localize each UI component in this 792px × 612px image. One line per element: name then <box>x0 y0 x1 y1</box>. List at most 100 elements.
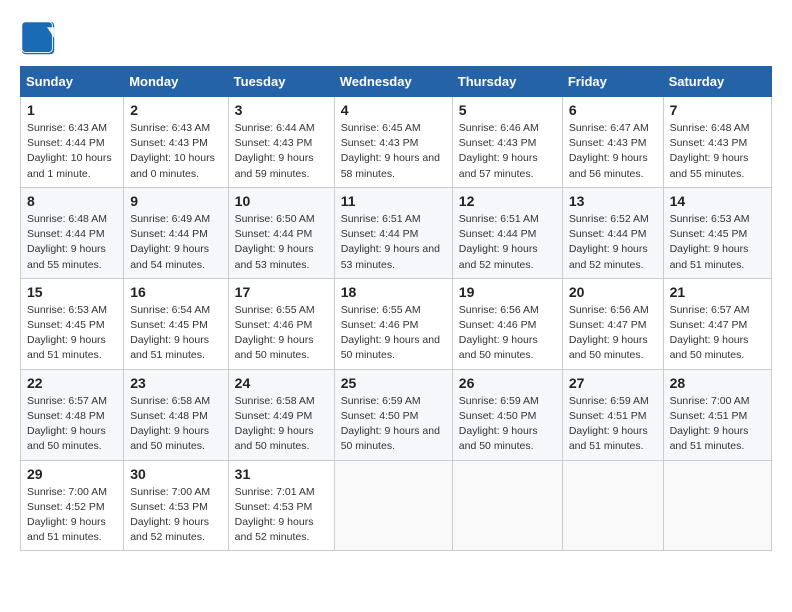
day-detail: Sunrise: 7:00 AMSunset: 4:52 PMDaylight:… <box>27 486 107 544</box>
day-number: 1 <box>27 102 117 118</box>
day-detail: Sunrise: 6:50 AMSunset: 4:44 PMDaylight:… <box>235 213 315 271</box>
header-row: SundayMondayTuesdayWednesdayThursdayFrid… <box>21 67 772 97</box>
day-number: 2 <box>130 102 221 118</box>
day-number: 14 <box>670 193 765 209</box>
day-cell: 5 Sunrise: 6:46 AMSunset: 4:43 PMDayligh… <box>452 97 562 188</box>
day-cell: 3 Sunrise: 6:44 AMSunset: 4:43 PMDayligh… <box>228 97 334 188</box>
column-header-tuesday: Tuesday <box>228 67 334 97</box>
day-number: 24 <box>235 375 328 391</box>
day-detail: Sunrise: 6:59 AMSunset: 4:51 PMDaylight:… <box>569 395 649 453</box>
day-cell: 10 Sunrise: 6:50 AMSunset: 4:44 PMDaylig… <box>228 187 334 278</box>
day-detail: Sunrise: 6:47 AMSunset: 4:43 PMDaylight:… <box>569 122 649 180</box>
column-header-saturday: Saturday <box>663 67 771 97</box>
day-number: 16 <box>130 284 221 300</box>
day-number: 18 <box>341 284 446 300</box>
day-detail: Sunrise: 6:56 AMSunset: 4:47 PMDaylight:… <box>569 304 649 362</box>
day-number: 17 <box>235 284 328 300</box>
day-detail: Sunrise: 6:52 AMSunset: 4:44 PMDaylight:… <box>569 213 649 271</box>
week-row-4: 22 Sunrise: 6:57 AMSunset: 4:48 PMDaylig… <box>21 369 772 460</box>
day-detail: Sunrise: 6:48 AMSunset: 4:43 PMDaylight:… <box>670 122 750 180</box>
day-cell: 18 Sunrise: 6:55 AMSunset: 4:46 PMDaylig… <box>334 278 452 369</box>
day-number: 20 <box>569 284 657 300</box>
day-detail: Sunrise: 6:56 AMSunset: 4:46 PMDaylight:… <box>459 304 539 362</box>
calendar-table: SundayMondayTuesdayWednesdayThursdayFrid… <box>20 66 772 551</box>
day-number: 15 <box>27 284 117 300</box>
calendar-header: SundayMondayTuesdayWednesdayThursdayFrid… <box>21 67 772 97</box>
day-cell <box>562 460 663 551</box>
day-cell: 30 Sunrise: 7:00 AMSunset: 4:53 PMDaylig… <box>124 460 228 551</box>
day-cell: 12 Sunrise: 6:51 AMSunset: 4:44 PMDaylig… <box>452 187 562 278</box>
day-detail: Sunrise: 6:53 AMSunset: 4:45 PMDaylight:… <box>27 304 107 362</box>
day-detail: Sunrise: 6:58 AMSunset: 4:49 PMDaylight:… <box>235 395 315 453</box>
day-cell: 11 Sunrise: 6:51 AMSunset: 4:44 PMDaylig… <box>334 187 452 278</box>
logo-icon <box>20 20 56 56</box>
day-cell: 2 Sunrise: 6:43 AMSunset: 4:43 PMDayligh… <box>124 97 228 188</box>
day-number: 23 <box>130 375 221 391</box>
day-cell: 17 Sunrise: 6:55 AMSunset: 4:46 PMDaylig… <box>228 278 334 369</box>
week-row-2: 8 Sunrise: 6:48 AMSunset: 4:44 PMDayligh… <box>21 187 772 278</box>
day-number: 28 <box>670 375 765 391</box>
day-cell: 28 Sunrise: 7:00 AMSunset: 4:51 PMDaylig… <box>663 369 771 460</box>
day-detail: Sunrise: 6:57 AMSunset: 4:47 PMDaylight:… <box>670 304 750 362</box>
week-row-1: 1 Sunrise: 6:43 AMSunset: 4:44 PMDayligh… <box>21 97 772 188</box>
day-cell <box>452 460 562 551</box>
day-number: 31 <box>235 466 328 482</box>
day-number: 4 <box>341 102 446 118</box>
day-detail: Sunrise: 6:49 AMSunset: 4:44 PMDaylight:… <box>130 213 210 271</box>
day-number: 19 <box>459 284 556 300</box>
day-number: 12 <box>459 193 556 209</box>
day-cell: 26 Sunrise: 6:59 AMSunset: 4:50 PMDaylig… <box>452 369 562 460</box>
day-detail: Sunrise: 6:53 AMSunset: 4:45 PMDaylight:… <box>670 213 750 271</box>
day-cell: 7 Sunrise: 6:48 AMSunset: 4:43 PMDayligh… <box>663 97 771 188</box>
day-number: 27 <box>569 375 657 391</box>
day-detail: Sunrise: 6:59 AMSunset: 4:50 PMDaylight:… <box>341 395 440 453</box>
day-cell: 13 Sunrise: 6:52 AMSunset: 4:44 PMDaylig… <box>562 187 663 278</box>
day-cell <box>334 460 452 551</box>
day-detail: Sunrise: 6:55 AMSunset: 4:46 PMDaylight:… <box>341 304 440 362</box>
day-number: 7 <box>670 102 765 118</box>
day-detail: Sunrise: 6:51 AMSunset: 4:44 PMDaylight:… <box>341 213 440 271</box>
day-cell: 19 Sunrise: 6:56 AMSunset: 4:46 PMDaylig… <box>452 278 562 369</box>
day-number: 26 <box>459 375 556 391</box>
day-cell: 16 Sunrise: 6:54 AMSunset: 4:45 PMDaylig… <box>124 278 228 369</box>
day-detail: Sunrise: 6:57 AMSunset: 4:48 PMDaylight:… <box>27 395 107 453</box>
day-cell: 21 Sunrise: 6:57 AMSunset: 4:47 PMDaylig… <box>663 278 771 369</box>
day-number: 25 <box>341 375 446 391</box>
day-number: 3 <box>235 102 328 118</box>
day-detail: Sunrise: 6:51 AMSunset: 4:44 PMDaylight:… <box>459 213 539 271</box>
day-number: 30 <box>130 466 221 482</box>
day-cell: 8 Sunrise: 6:48 AMSunset: 4:44 PMDayligh… <box>21 187 124 278</box>
day-detail: Sunrise: 6:59 AMSunset: 4:50 PMDaylight:… <box>459 395 539 453</box>
column-header-thursday: Thursday <box>452 67 562 97</box>
day-detail: Sunrise: 6:58 AMSunset: 4:48 PMDaylight:… <box>130 395 210 453</box>
page-header <box>20 20 772 56</box>
column-header-sunday: Sunday <box>21 67 124 97</box>
day-number: 22 <box>27 375 117 391</box>
day-number: 13 <box>569 193 657 209</box>
day-detail: Sunrise: 6:45 AMSunset: 4:43 PMDaylight:… <box>341 122 440 180</box>
day-cell <box>663 460 771 551</box>
day-number: 10 <box>235 193 328 209</box>
day-cell: 6 Sunrise: 6:47 AMSunset: 4:43 PMDayligh… <box>562 97 663 188</box>
day-detail: Sunrise: 7:00 AMSunset: 4:51 PMDaylight:… <box>670 395 750 453</box>
day-detail: Sunrise: 6:46 AMSunset: 4:43 PMDaylight:… <box>459 122 539 180</box>
day-cell: 29 Sunrise: 7:00 AMSunset: 4:52 PMDaylig… <box>21 460 124 551</box>
day-cell: 27 Sunrise: 6:59 AMSunset: 4:51 PMDaylig… <box>562 369 663 460</box>
column-header-friday: Friday <box>562 67 663 97</box>
day-detail: Sunrise: 6:44 AMSunset: 4:43 PMDaylight:… <box>235 122 315 180</box>
column-header-monday: Monday <box>124 67 228 97</box>
day-cell: 23 Sunrise: 6:58 AMSunset: 4:48 PMDaylig… <box>124 369 228 460</box>
calendar-body: 1 Sunrise: 6:43 AMSunset: 4:44 PMDayligh… <box>21 97 772 551</box>
day-number: 11 <box>341 193 446 209</box>
day-detail: Sunrise: 7:00 AMSunset: 4:53 PMDaylight:… <box>130 486 210 544</box>
day-cell: 1 Sunrise: 6:43 AMSunset: 4:44 PMDayligh… <box>21 97 124 188</box>
day-detail: Sunrise: 6:43 AMSunset: 4:43 PMDaylight:… <box>130 122 215 180</box>
day-cell: 25 Sunrise: 6:59 AMSunset: 4:50 PMDaylig… <box>334 369 452 460</box>
day-detail: Sunrise: 6:43 AMSunset: 4:44 PMDaylight:… <box>27 122 112 180</box>
day-number: 21 <box>670 284 765 300</box>
day-detail: Sunrise: 7:01 AMSunset: 4:53 PMDaylight:… <box>235 486 315 544</box>
day-detail: Sunrise: 6:54 AMSunset: 4:45 PMDaylight:… <box>130 304 210 362</box>
day-cell: 15 Sunrise: 6:53 AMSunset: 4:45 PMDaylig… <box>21 278 124 369</box>
day-number: 9 <box>130 193 221 209</box>
day-cell: 14 Sunrise: 6:53 AMSunset: 4:45 PMDaylig… <box>663 187 771 278</box>
